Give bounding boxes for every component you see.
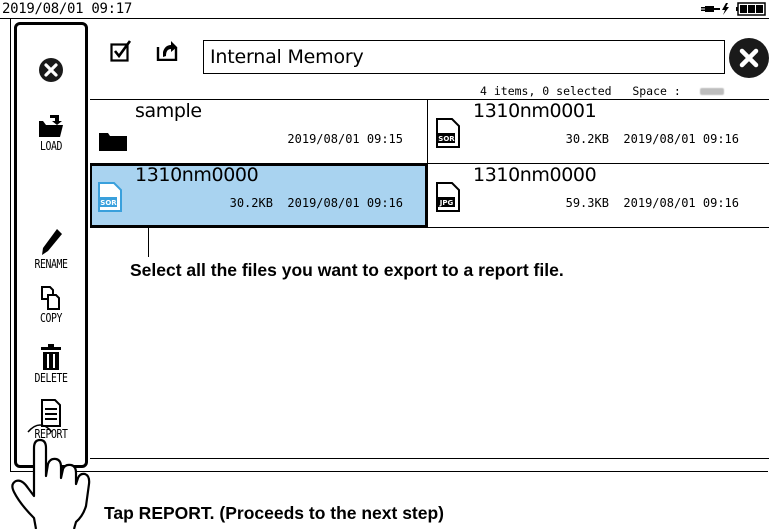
open-folder-icon (39, 115, 63, 137)
file-size-date: 59.3KB 2019/08/01 09:16 (565, 196, 739, 210)
sidebar-item-label: DELETE (34, 371, 68, 385)
export-icon[interactable] (156, 39, 178, 61)
tapping-hand-icon (11, 424, 91, 529)
sor-file-icon: SOR (436, 118, 460, 148)
sidebar: LOAD RENAME COPY DELETE REPORT (14, 22, 88, 468)
ac-power-icon (701, 3, 729, 15)
sidebar-item-delete[interactable]: DELETE (17, 343, 85, 385)
grid-divider (90, 227, 769, 228)
sidebar-item-load[interactable]: LOAD (17, 113, 85, 153)
sor-file-icon: SOR (98, 182, 122, 212)
file-tile-1310nm0000-jpg[interactable]: JPG 1310nm0000 59.3KB 2019/08/01 09:16 (428, 164, 765, 227)
callout-text: Select all the files you want to export … (130, 260, 564, 280)
svg-text:SOR: SOR (438, 135, 455, 143)
instruction-text: Tap REPORT. (Proceeds to the next step) (104, 503, 445, 523)
copy-icon (41, 286, 60, 310)
folder-icon (99, 133, 127, 151)
file-date: 2019/08/01 09:15 (287, 132, 403, 146)
file-name: 1310nm0000 (473, 164, 597, 186)
sidebar-item-label: COPY (39, 311, 63, 325)
callout-line (148, 227, 149, 257)
svg-text:JPG: JPG (439, 199, 454, 207)
status-bar: 2019/08/01 09:17 (0, 0, 769, 19)
file-name: 1310nm0001 (473, 100, 597, 122)
close-button[interactable] (729, 38, 769, 78)
pencil-icon (42, 229, 62, 255)
close-icon (739, 48, 759, 68)
sidebar-item-label: RENAME (34, 257, 68, 271)
jpg-file-icon: JPG (436, 182, 460, 212)
select-all-checkbox-icon[interactable] (110, 40, 132, 62)
free-space-value (700, 88, 724, 95)
file-tile-1310nm0000-sor[interactable]: SOR 1310nm0000 30.2KB 2019/08/01 09:16 (90, 164, 427, 227)
file-name: 1310nm0000 (135, 164, 259, 186)
file-tile-1310nm0001[interactable]: SOR 1310nm0001 30.2KB 2019/08/01 09:16 (428, 100, 765, 163)
storage-location-field[interactable]: Internal Memory (203, 40, 725, 74)
sidebar-item-copy[interactable]: COPY (17, 285, 85, 325)
svg-text:SOR: SOR (100, 199, 117, 207)
sidebar-item-rename[interactable]: RENAME (17, 227, 85, 271)
datetime: 2019/08/01 09:17 (2, 1, 133, 17)
trash-icon (41, 344, 61, 370)
sidebar-item-label: LOAD (39, 139, 63, 153)
file-size-date: 30.2KB 2019/08/01 09:16 (229, 196, 403, 210)
battery-icon (736, 2, 766, 16)
file-name: sample (135, 100, 202, 122)
file-tile-sample[interactable]: sample 2019/08/01 09:15 (90, 100, 427, 163)
close-circle-icon (39, 58, 63, 82)
file-size-date: 30.2KB 2019/08/01 09:16 (565, 132, 739, 146)
item-count-info: 4 items, 0 selected Space : (480, 84, 681, 98)
content-bottom-border (90, 458, 769, 459)
sidebar-close-button[interactable] (17, 57, 85, 83)
